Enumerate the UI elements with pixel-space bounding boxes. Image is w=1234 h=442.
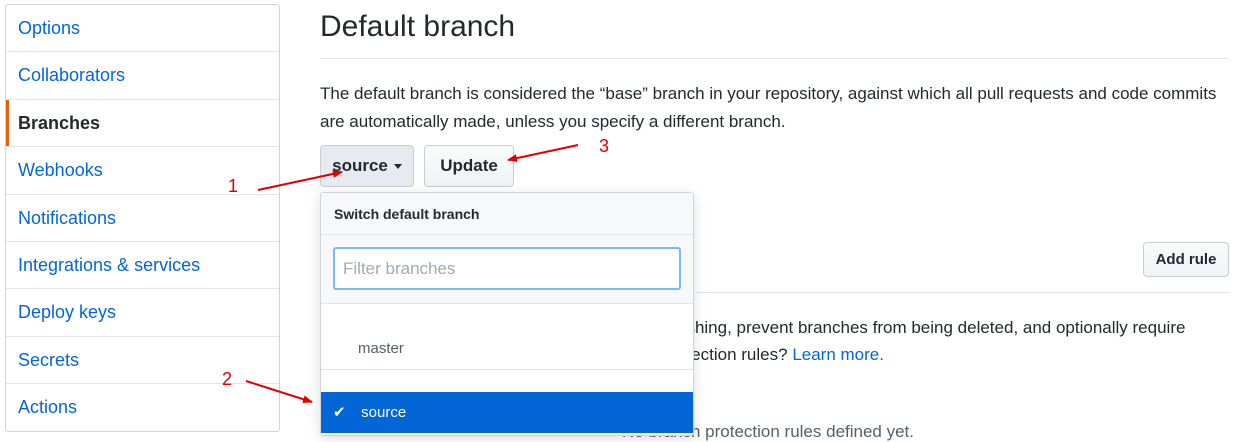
sidebar-item-notifications[interactable]: Notifications	[6, 195, 279, 242]
branch-option-source[interactable]: ✔ source	[321, 392, 693, 433]
annotation-label-2: 2	[222, 369, 233, 389]
settings-sidebar: Options Collaborators Branches Webhooks …	[5, 4, 280, 432]
default-branch-description: The default branch is considered the “ba…	[320, 84, 1217, 131]
section-divider	[695, 292, 1230, 293]
sidebar-item-collaborators[interactable]: Collaborators	[6, 52, 279, 100]
dropdown-header: Switch default branch	[321, 193, 693, 235]
annotation-label-1: 1	[228, 176, 239, 196]
sidebar-item-actions[interactable]: Actions	[6, 384, 279, 431]
check-icon: ✔	[333, 404, 346, 421]
sidebar-item-options[interactable]: Options	[6, 5, 279, 53]
page-title: Default branch	[320, 10, 516, 43]
branch-select-label: source	[332, 156, 388, 175]
sidebar-item-deploy-keys[interactable]: Deploy keys	[6, 289, 279, 337]
branch-option-master[interactable]: master	[321, 328, 693, 369]
update-button[interactable]: Update	[424, 145, 514, 187]
branch-option-label: source	[361, 404, 407, 421]
filter-branches-input[interactable]	[333, 247, 681, 290]
sidebar-item-secrets[interactable]: Secrets	[6, 337, 279, 385]
branch-switch-dropdown: Switch default branch master ✔ source	[320, 192, 694, 436]
annotation-label-3: 3	[599, 136, 610, 156]
protection-text-line1: ushing, prevent branches from being dele…	[677, 318, 1186, 337]
caret-down-icon	[393, 163, 402, 169]
sidebar-item-webhooks[interactable]: Webhooks	[6, 147, 279, 195]
branch-option-label: master	[358, 340, 404, 357]
learn-more-link[interactable]: Learn more.	[792, 345, 884, 364]
sidebar-item-integrations[interactable]: Integrations & services	[6, 242, 279, 290]
branch-select-button[interactable]: source	[320, 145, 414, 187]
title-divider	[320, 58, 1228, 59]
add-rule-button[interactable]: Add rule	[1143, 242, 1229, 277]
dropdown-filter-area	[321, 235, 693, 304]
branch-protection-description: ushing, prevent branches from being dele…	[677, 314, 1234, 368]
branch-option-divider	[321, 369, 693, 370]
sidebar-item-branches[interactable]: Branches	[6, 99, 279, 148]
